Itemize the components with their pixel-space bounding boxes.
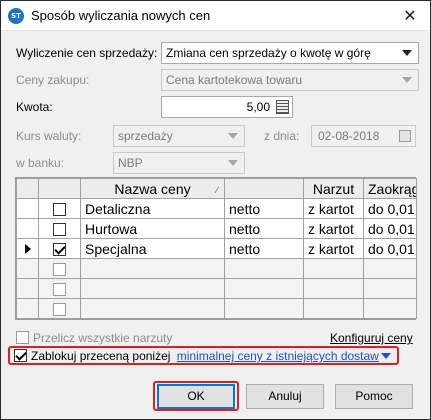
empty-row bbox=[16, 298, 417, 319]
price-basis: netto bbox=[224, 218, 304, 239]
exchange-rate-label: Kurs waluty: bbox=[16, 129, 82, 143]
row-indicator bbox=[16, 218, 39, 239]
cancel-button[interactable]: Anuluj bbox=[246, 384, 324, 409]
price-rounding: do 0,01 bbox=[363, 218, 417, 239]
price-rounding: do 0,01 bbox=[363, 198, 417, 219]
recalc-markups-checkbox[interactable] bbox=[16, 331, 29, 344]
price-rounding: do 0,01 bbox=[363, 238, 417, 259]
price-basis: netto bbox=[224, 238, 304, 259]
purchase-price-value: Cena kartotekowa towaru bbox=[166, 73, 303, 87]
price-grid: Nazwa ceny ⁄ Narzut Zaokrąg Detaliczna n… bbox=[15, 177, 417, 320]
row-checkbox[interactable] bbox=[53, 223, 66, 237]
calc-method-label: Wyliczenie cen sprzedaży: bbox=[16, 46, 158, 60]
chevron-down-icon bbox=[228, 133, 238, 139]
price-markup: z kartot bbox=[303, 198, 364, 219]
app-icon: ST bbox=[8, 8, 24, 24]
price-basis: netto bbox=[224, 198, 304, 219]
rate-date-value: 02-08-2018 bbox=[318, 129, 380, 143]
chevron-down-icon[interactable] bbox=[380, 353, 391, 359]
row-indicator bbox=[16, 198, 39, 219]
grid-header-name[interactable]: Nazwa ceny ⁄ bbox=[80, 178, 225, 199]
block-below-label: Zablokuj przeceną poniżej bbox=[31, 349, 171, 363]
amount-value: 5,00 bbox=[246, 100, 270, 114]
recalc-markups-label: Przelicz wszystkie narzuty bbox=[33, 331, 173, 345]
grid-header-markup[interactable]: Narzut bbox=[303, 178, 364, 199]
bank-select[interactable]: NBP bbox=[113, 152, 245, 174]
price-name: Specjalna bbox=[80, 238, 225, 259]
block-below-option[interactable]: Zablokuj przeceną poniżej minimalnej cen… bbox=[14, 349, 391, 363]
grid-header-rounding[interactable]: Zaokrąg bbox=[363, 178, 417, 199]
sort-icon: ⁄ bbox=[216, 185, 218, 195]
block-below-checkbox[interactable] bbox=[14, 349, 27, 362]
title-bar[interactable]: ST Sposób wyliczania nowych cen ✕ bbox=[1, 1, 430, 31]
row-checkbox bbox=[53, 263, 66, 277]
table-row[interactable]: Hurtowa netto z kartot do 0,01 bbox=[16, 218, 417, 239]
price-name: Detaliczna bbox=[80, 198, 225, 219]
table-row[interactable]: Detaliczna netto z kartot do 0,01 bbox=[16, 198, 417, 219]
rate-date-input[interactable]: 02-08-2018 bbox=[311, 125, 416, 147]
column-name-label: Nazwa ceny bbox=[114, 180, 191, 197]
purchase-price-label: Ceny zakupu: bbox=[16, 73, 90, 87]
table-row[interactable]: Specjalna netto z kartot do 0,01 bbox=[16, 238, 417, 259]
row-checkbox[interactable] bbox=[53, 243, 66, 257]
price-name: Hurtowa bbox=[80, 218, 225, 239]
row-checkbox[interactable] bbox=[53, 203, 66, 217]
calc-method-value: Zmiana cen sprzedaży o kwotę w górę bbox=[166, 46, 371, 60]
grid-header-row: Nazwa ceny ⁄ Narzut Zaokrąg bbox=[16, 178, 417, 199]
price-markup: z kartot bbox=[303, 238, 364, 259]
row-indicator bbox=[16, 238, 39, 259]
calculator-icon[interactable] bbox=[276, 100, 289, 114]
bank-label: w banku: bbox=[16, 156, 65, 170]
min-price-link[interactable]: minimalnej ceny z istniejących dostaw bbox=[177, 349, 379, 363]
calendar-icon[interactable] bbox=[399, 130, 411, 142]
empty-row bbox=[16, 258, 417, 279]
configure-prices-link[interactable]: Konfiguruj ceny bbox=[330, 331, 413, 345]
empty-row bbox=[16, 278, 417, 299]
amount-input[interactable]: 5,00 bbox=[161, 96, 293, 118]
rate-date-label: z dnia: bbox=[264, 129, 300, 143]
grid-header-indicator bbox=[16, 178, 39, 199]
row-checkbox bbox=[53, 303, 66, 317]
calc-method-select[interactable]: Zmiana cen sprzedaży o kwotę w górę bbox=[161, 42, 419, 64]
dialog-window: ST Sposób wyliczania nowych cen ✕ Wylicz… bbox=[0, 0, 431, 420]
chevron-down-icon bbox=[228, 160, 238, 166]
help-button[interactable]: Pomoc bbox=[335, 384, 413, 409]
bank-value: NBP bbox=[118, 156, 143, 170]
close-button[interactable]: ✕ bbox=[395, 3, 425, 29]
exchange-rate-value: sprzedaży bbox=[118, 129, 173, 143]
exchange-rate-select[interactable]: sprzedaży bbox=[113, 125, 245, 147]
grid-header-basis[interactable] bbox=[224, 178, 304, 199]
chevron-down-icon bbox=[402, 50, 412, 56]
purchase-price-select[interactable]: Cena kartotekowa towaru bbox=[161, 69, 419, 91]
window-title: Sposób wyliczania nowych cen bbox=[31, 8, 211, 23]
price-markup: z kartot bbox=[303, 218, 364, 239]
recalc-markups-option[interactable]: Przelicz wszystkie narzuty bbox=[16, 331, 172, 345]
current-row-icon bbox=[24, 243, 31, 254]
ok-button[interactable]: OK bbox=[157, 384, 235, 409]
chevron-down-icon bbox=[402, 77, 412, 83]
amount-label: Kwota: bbox=[16, 100, 53, 114]
grid-header-check bbox=[38, 178, 81, 199]
row-checkbox bbox=[53, 283, 66, 297]
